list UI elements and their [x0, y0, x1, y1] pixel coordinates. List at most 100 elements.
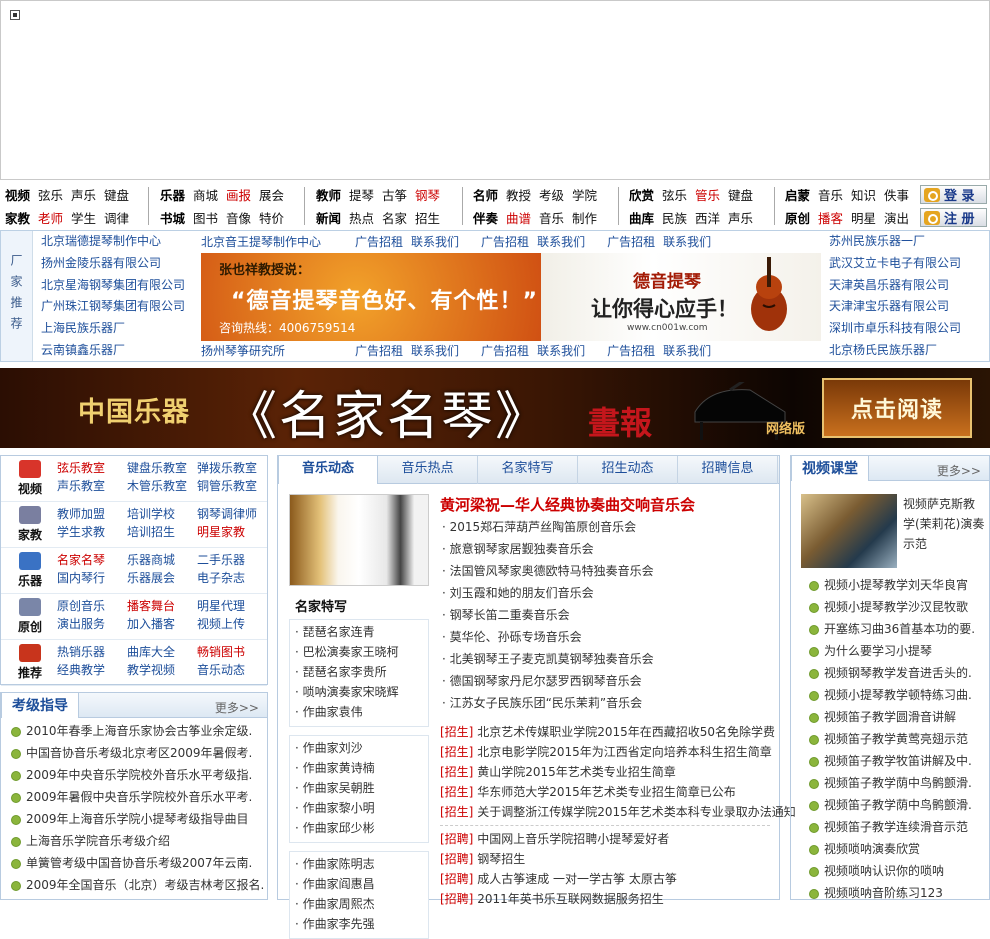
headline-link[interactable]: 黄河梁祝—华人经典协奏曲交响音乐会: [440, 494, 695, 515]
recruit-title[interactable]: 钢琴招生: [477, 852, 525, 866]
category-link[interactable]: 经典教学: [57, 662, 127, 678]
nav-link[interactable]: 钢琴: [415, 185, 440, 204]
login-button[interactable]: 登 录: [920, 185, 987, 204]
video-item[interactable]: 开塞练习曲36首基本功的要.: [807, 618, 989, 640]
news-item[interactable]: · 法国管风琴家奥德欧特马特独奏音乐会: [442, 560, 654, 582]
musician-link[interactable]: · 作曲家刘沙: [295, 738, 428, 758]
nav-link[interactable]: 曲库: [629, 208, 654, 227]
musician-link[interactable]: · 唢呐演奏家宋晓辉: [295, 682, 428, 702]
category-link[interactable]: 学生求教: [57, 524, 127, 540]
factory-link[interactable]: 北京星海钢琴集团有限公司: [41, 275, 185, 297]
nav-link[interactable]: 教授: [506, 185, 531, 204]
nav-link[interactable]: 启蒙: [785, 185, 810, 204]
nav-link[interactable]: 商城: [193, 185, 218, 204]
tab-0[interactable]: 音乐动态: [278, 455, 378, 484]
musician-link[interactable]: · 作曲家吴朝胜: [295, 778, 428, 798]
nav-link[interactable]: 乐器: [160, 185, 185, 204]
category-link[interactable]: 曲库大全: [127, 644, 197, 660]
ad-link[interactable]: 广告招租: [481, 235, 529, 249]
read-now-button[interactable]: 点击阅读: [822, 378, 972, 438]
nav-link[interactable]: 声乐: [71, 185, 96, 204]
video-item[interactable]: 视频钢琴教学发音进舌头的.: [807, 662, 989, 684]
recruit-title[interactable]: 黄山学院2015年艺术类专业招生简章: [477, 765, 676, 779]
tab-3[interactable]: 招生动态: [578, 456, 678, 484]
nav-link[interactable]: 学院: [572, 185, 597, 204]
factory-link[interactable]: 苏州民族乐器一厂: [829, 231, 961, 253]
nav-link[interactable]: 名师: [473, 185, 498, 204]
nav-link[interactable]: 视频: [5, 185, 30, 204]
category-link[interactable]: 国内琴行: [57, 570, 127, 586]
nav-link[interactable]: 民族: [662, 208, 687, 227]
news-title[interactable]: 钢琴长笛二重奏音乐会: [450, 608, 570, 622]
category-link[interactable]: 加入播客: [127, 616, 197, 632]
nav-link[interactable]: 招生: [415, 208, 440, 227]
recruit-item[interactable]: [招生] 北京艺术传媒职业学院2015年在西藏招收50名免除学费: [440, 722, 775, 742]
factory-link[interactable]: 天津津宝乐器有限公司: [829, 296, 961, 318]
recruit-title[interactable]: 北京电影学院2015年为江西省定向培养本科生招生简章: [477, 745, 772, 759]
ad-link[interactable]: 广告招租: [355, 235, 403, 249]
musician-link[interactable]: · 作曲家袁伟: [295, 702, 428, 722]
category-link[interactable]: 热销乐器: [57, 644, 127, 660]
news-title[interactable]: 德国钢琴家丹尼尔瑟罗西钢琴音乐会: [450, 674, 642, 688]
nav-link[interactable]: 弦乐: [38, 185, 63, 204]
ad-link[interactable]: 广告招租: [607, 344, 655, 358]
recruit-item[interactable]: [招聘] 钢琴招生: [440, 849, 770, 869]
factory-link[interactable]: 扬州琴筝研究所: [201, 344, 285, 358]
nav-link[interactable]: 学生: [71, 208, 96, 227]
nav-link[interactable]: 热点: [349, 208, 374, 227]
contact-link[interactable]: 联系我们: [663, 344, 711, 358]
nav-link[interactable]: 特价: [259, 208, 284, 227]
recruit-title[interactable]: 华东师范大学2015年艺术类专业招生简章已公布: [477, 785, 736, 799]
nav-link[interactable]: 管乐: [695, 185, 720, 204]
category-link[interactable]: 木管乐教室: [127, 478, 197, 494]
contact-link[interactable]: 联系我们: [411, 235, 459, 249]
news-title[interactable]: 刘玉霞和她的朋友们音乐会: [450, 586, 594, 600]
list-item[interactable]: 单簧管考级中国音协音乐考级2007年云南.: [9, 852, 267, 874]
nav-link[interactable]: 伴奏: [473, 208, 498, 227]
contact-link[interactable]: 联系我们: [537, 235, 585, 249]
nav-link[interactable]: 图书: [193, 208, 218, 227]
pictorial-banner[interactable]: 中国乐器 《名家名琴》 畫報 网络版 点击阅读: [0, 368, 990, 448]
nav-link[interactable]: 曲谱: [506, 208, 531, 227]
musician-link[interactable]: · 作曲家黄诗楠: [295, 758, 428, 778]
news-item[interactable]: · 德国钢琴家丹尼尔瑟罗西钢琴音乐会: [442, 670, 654, 692]
factory-link[interactable]: 北京音王提琴制作中心: [201, 235, 321, 249]
saxophone-thumbnail[interactable]: [801, 494, 897, 568]
nav-link[interactable]: 知识: [851, 185, 876, 204]
news-item[interactable]: · 2015郑石萍葫芦丝陶笛原创音乐会: [442, 516, 654, 538]
violin-ad-banner[interactable]: 张也祥教授说： “德音提琴音色好、有个性！” 咨询热线：4006759514 德…: [201, 253, 821, 341]
nav-link[interactable]: 名家: [382, 208, 407, 227]
nav-link[interactable]: 佚事: [884, 185, 909, 204]
video-item[interactable]: 视频笛子教学圆滑音讲解: [807, 706, 989, 728]
category-link[interactable]: 音乐动态: [197, 662, 269, 678]
category-link[interactable]: 教师加盟: [57, 506, 127, 522]
nav-link[interactable]: 教师: [316, 185, 341, 204]
category-link[interactable]: 畅销图书: [197, 644, 269, 660]
musician-link[interactable]: · 巴松演奏家王晓柯: [295, 642, 428, 662]
list-item[interactable]: 上海音乐学院音乐考级介绍: [9, 830, 267, 852]
category-link[interactable]: 二手乐器: [197, 552, 269, 568]
category-link[interactable]: 教学视频: [127, 662, 197, 678]
musician-link[interactable]: · 作曲家陈明志: [295, 854, 428, 874]
category-link[interactable]: 键盘乐教室: [127, 460, 197, 476]
recruit-item[interactable]: [招聘] 成人古筝速成 一对一学古筝 太原古筝: [440, 869, 770, 889]
tab-2[interactable]: 名家特写: [478, 456, 578, 484]
category-link[interactable]: 明星代理: [197, 598, 269, 614]
news-title[interactable]: 北美钢琴王子麦克凯莫钢琴独奏音乐会: [450, 652, 654, 666]
musician-link[interactable]: · 琵琶名家连青: [295, 622, 428, 642]
factory-link[interactable]: 天津英昌乐器有限公司: [829, 275, 961, 297]
video-item[interactable]: 视频笛子教学连续滑音示范: [807, 816, 989, 838]
nav-link[interactable]: 西洋: [695, 208, 720, 227]
video-item[interactable]: 视频笛子教学黄莺亮翅示范: [807, 728, 989, 750]
category-link[interactable]: 电子杂志: [197, 570, 269, 586]
musician-link[interactable]: · 作曲家李先强: [295, 914, 428, 934]
nav-link[interactable]: 家教: [5, 208, 30, 227]
video-item[interactable]: 视频小提琴教学沙汉昆牧歌: [807, 596, 989, 618]
nav-link[interactable]: 键盘: [728, 185, 753, 204]
recruit-title[interactable]: 成人古筝速成 一对一学古筝 太原古筝: [477, 872, 677, 886]
category-link[interactable]: 演出服务: [57, 616, 127, 632]
nav-link[interactable]: 明星: [851, 208, 876, 227]
list-item[interactable]: 2009年暑假中央音乐学院校外音乐水平考.: [9, 786, 267, 808]
nav-link[interactable]: 考级: [539, 185, 564, 204]
factory-link[interactable]: 北京杨氏民族乐器厂: [829, 340, 961, 362]
